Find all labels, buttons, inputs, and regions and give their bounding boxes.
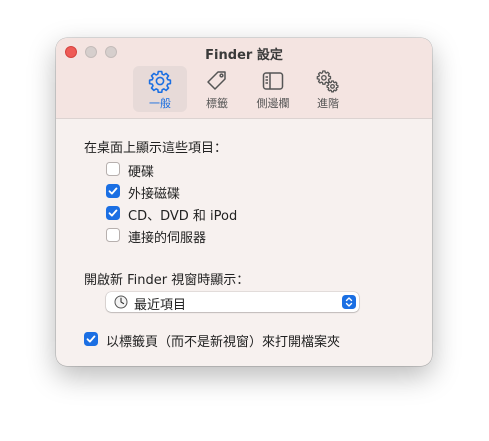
title-bar: Finder 設定 一般 標籤 側邊欄 進階 <box>56 38 432 119</box>
new-window-heading: 開啟新 Finder 視窗時顯示： <box>84 273 250 288</box>
chevron-up-down-icon <box>345 297 353 307</box>
gears-icon <box>316 70 339 93</box>
checkbox[interactable] <box>106 206 120 220</box>
checkbox[interactable] <box>106 184 120 198</box>
checkbox[interactable] <box>106 228 120 242</box>
checkbox-label: CD、DVD 和 iPod <box>128 209 238 224</box>
checkbox[interactable] <box>106 162 120 176</box>
tab-general[interactable]: 一般 <box>133 66 187 112</box>
tab-advanced[interactable]: 進階 <box>301 66 355 112</box>
popup-stepper[interactable] <box>342 295 356 309</box>
checkbox[interactable] <box>84 332 98 346</box>
new-window-popup-button[interactable]: 最近項目 <box>106 292 359 313</box>
checkmark-icon <box>86 335 96 343</box>
checkbox-label: 連接的伺服器 <box>128 231 207 246</box>
window-title: Finder 設定 <box>205 48 283 63</box>
gear-icon <box>148 70 172 93</box>
tab-sidebar[interactable]: 側邊欄 <box>246 66 300 112</box>
checkmark-icon <box>108 187 118 195</box>
tab-general-label: 一般 <box>149 97 171 110</box>
clock-icon <box>114 295 128 309</box>
tag-icon <box>207 71 226 90</box>
desktop-items-heading: 在桌面上顯示這些項目： <box>84 141 228 156</box>
tab-advanced-label: 進階 <box>317 97 339 110</box>
tab-sidebar-label: 側邊欄 <box>256 97 290 110</box>
checkbox-label: 外接磁碟 <box>128 187 181 202</box>
tab-tags[interactable]: 標籤 <box>190 66 244 112</box>
checkbox-label: 以標籤頁（而不是新視窗）來打開檔案夾 <box>106 335 341 350</box>
tab-tags-label: 標籤 <box>206 97 228 110</box>
popup-selected-value: 最近項目 <box>134 298 187 313</box>
finder-settings-window: Finder 設定 一般 標籤 側邊欄 進階 在桌面上顯示這些項目： 硬碟 外接… <box>56 38 432 366</box>
checkbox-label: 硬碟 <box>128 165 155 180</box>
checkmark-icon <box>108 209 118 217</box>
sidebar-icon <box>262 72 284 90</box>
